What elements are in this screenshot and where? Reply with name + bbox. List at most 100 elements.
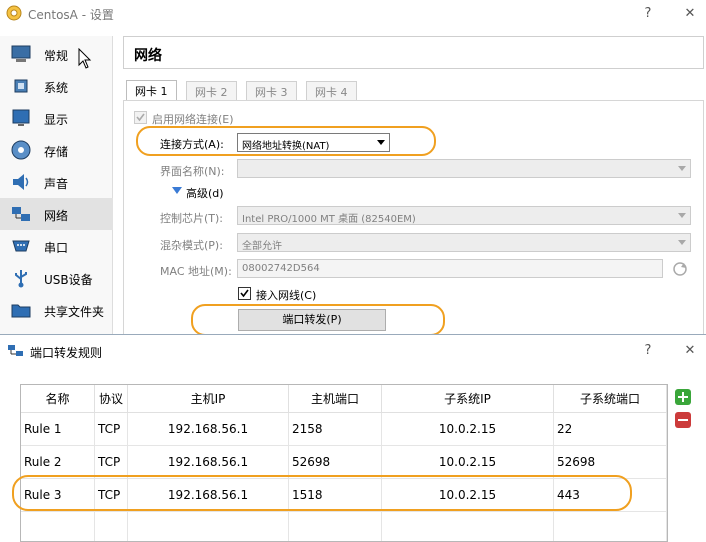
attach-mode-select[interactable]: 网络地址转换(NAT)	[237, 133, 390, 152]
adapter-type-value: Intel PRO/1000 MT 桌面 (82540EM)	[242, 214, 416, 225]
adapter-type-select[interactable]: Intel PRO/1000 MT 桌面 (82540EM)	[237, 206, 691, 225]
sidebar-item-label: 声音	[44, 177, 69, 191]
column-header-protocol[interactable]: 协议	[95, 385, 128, 413]
table-row-3-guest-ip[interactable]: 10.0.2.15	[382, 479, 554, 512]
tab-adapter-3[interactable]: 网卡 3	[246, 81, 297, 100]
enable-network-checkbox[interactable]	[134, 111, 147, 124]
attach-mode-label: 连接方式(A):	[160, 138, 224, 151]
remove-rule-icon[interactable]	[674, 411, 692, 429]
settings-window: CentosA - 设置 ? ✕ 常规 系统 显示 存储 声音 网络 串口 US…	[0, 0, 706, 336]
table-row-empty	[382, 512, 554, 541]
dropdown-arrow-icon	[377, 140, 385, 145]
table-row-1-guest-port[interactable]: 22	[554, 413, 667, 446]
chip-icon	[14, 79, 28, 93]
title-bar: CentosA - 设置 ? ✕	[0, 0, 706, 28]
cable-connected-checkbox[interactable]	[238, 287, 251, 300]
port-forwarding-button[interactable]: 端口转发(P)	[238, 309, 386, 331]
settings-sidebar: 常规 系统 显示 存储 声音 网络 串口 USB设备 共享文件夹	[0, 36, 113, 334]
table-row-3-host-ip[interactable]: 192.168.56.1	[128, 479, 289, 512]
sidebar-item-display[interactable]: 显示	[0, 102, 113, 134]
table-row-3-guest-port[interactable]: 443	[554, 479, 667, 512]
table-row-2-guest-ip[interactable]: 10.0.2.15	[382, 446, 554, 479]
table-row-2-host-port[interactable]: 52698	[289, 446, 382, 479]
sidebar-item-label: 串口	[44, 241, 69, 255]
speaker-icon	[13, 174, 29, 190]
table-row-1-protocol[interactable]: TCP	[95, 413, 128, 446]
table-row-1-host-ip[interactable]: 192.168.56.1	[128, 413, 289, 446]
dropdown-arrow-icon	[678, 213, 686, 218]
folder-icon	[11, 304, 31, 318]
serial-port-icon	[12, 240, 30, 252]
promiscuous-value: 全部允许	[242, 241, 282, 252]
promiscuous-select[interactable]: 全部允许	[237, 233, 691, 252]
dialog-close-button[interactable]: ✕	[676, 340, 704, 362]
column-header-host-port[interactable]: 主机端口	[289, 385, 382, 413]
sidebar-item-general[interactable]: 常规	[0, 38, 113, 70]
sidebar-item-serial[interactable]: 串口	[0, 230, 113, 262]
table-row-empty	[21, 512, 95, 541]
tab-adapter-2[interactable]: 网卡 2	[186, 81, 237, 100]
refresh-mac-icon[interactable]	[672, 261, 688, 277]
sidebar-item-network[interactable]: 网络	[0, 198, 113, 230]
table-row-empty	[289, 512, 382, 541]
help-button[interactable]: ?	[634, 3, 662, 25]
disk-icon	[11, 140, 31, 160]
table-row-2-guest-port[interactable]: 52698	[554, 446, 667, 479]
tab-adapter-1[interactable]: 网卡 1	[126, 80, 177, 101]
network-icon	[8, 345, 23, 356]
sidebar-item-label: 共享文件夹	[44, 305, 105, 319]
sidebar-item-label: 系统	[44, 81, 69, 95]
enable-network-label: 启用网络连接(E)	[152, 113, 234, 126]
dialog-title: 端口转发规则	[30, 346, 103, 360]
checkmark-icon	[136, 113, 145, 122]
usb-icon	[15, 270, 27, 288]
column-header-guest-ip[interactable]: 子系统IP	[382, 385, 554, 413]
interface-name-select[interactable]	[237, 159, 691, 178]
close-button[interactable]: ✕	[676, 3, 704, 25]
cable-connected-label: 接入网线(C)	[256, 289, 317, 302]
column-header-guest-port[interactable]: 子系统端口	[554, 385, 667, 413]
column-header-host-ip[interactable]: 主机IP	[128, 385, 289, 413]
mac-address-field[interactable]: 08002742D564	[237, 259, 663, 278]
checkmark-icon	[240, 289, 249, 298]
table-row-3-name[interactable]: Rule 3	[21, 479, 95, 512]
table-row-empty	[554, 512, 667, 541]
page-header: 网络	[123, 36, 704, 69]
table-row-3-host-port[interactable]: 1518	[289, 479, 382, 512]
table-row-1-guest-ip[interactable]: 10.0.2.15	[382, 413, 554, 446]
table-row-1-name[interactable]: Rule 1	[21, 413, 95, 446]
add-rule-icon[interactable]	[674, 388, 692, 406]
tab-adapter-4[interactable]: 网卡 4	[306, 81, 357, 100]
table-row-2-host-ip[interactable]: 192.168.56.1	[128, 446, 289, 479]
advanced-toggle[interactable]: 高级(d)	[186, 185, 224, 201]
dialog-help-button[interactable]: ?	[634, 340, 662, 362]
port-rules-table: 名称 协议 主机IP 主机端口 子系统IP 子系统端口 Rule 1 TCP 1…	[20, 384, 668, 542]
attach-mode-value: 网络地址转换(NAT)	[242, 141, 330, 152]
sidebar-item-usb[interactable]: USB设备	[0, 262, 113, 294]
table-row-2-protocol[interactable]: TCP	[95, 446, 128, 479]
page-title: 网络	[134, 48, 162, 64]
virtualbox-app-icon	[6, 5, 22, 21]
table-row-empty	[128, 512, 289, 541]
expand-triangle-icon[interactable]	[172, 187, 182, 195]
table-row-empty	[95, 512, 128, 541]
sidebar-item-label: USB设备	[44, 273, 93, 287]
network-icon	[12, 207, 30, 221]
mac-address-value: 08002742D564	[242, 263, 320, 274]
sidebar-item-storage[interactable]: 存储	[0, 134, 113, 166]
sidebar-item-shared-folders[interactable]: 共享文件夹	[0, 294, 113, 326]
sidebar-item-system[interactable]: 系统	[0, 70, 113, 102]
port-forwarding-dialog: 端口转发规则 ? ✕ 名称 协议 主机IP 主机端口 子系统IP 子系统端口 R…	[0, 334, 706, 542]
dialog-title-bar: 端口转发规则 ? ✕	[0, 335, 706, 367]
column-header-name[interactable]: 名称	[21, 385, 95, 413]
sidebar-item-audio[interactable]: 声音	[0, 166, 113, 198]
dropdown-arrow-icon	[678, 240, 686, 245]
mouse-cursor-icon	[78, 48, 92, 69]
monitor-icon	[11, 45, 31, 62]
window-title: CentosA - 设置	[28, 8, 114, 22]
table-row-1-host-port[interactable]: 2158	[289, 413, 382, 446]
display-icon	[12, 109, 30, 126]
sidebar-item-label: 存储	[44, 145, 69, 159]
table-row-3-protocol[interactable]: TCP	[95, 479, 128, 512]
table-row-2-name[interactable]: Rule 2	[21, 446, 95, 479]
